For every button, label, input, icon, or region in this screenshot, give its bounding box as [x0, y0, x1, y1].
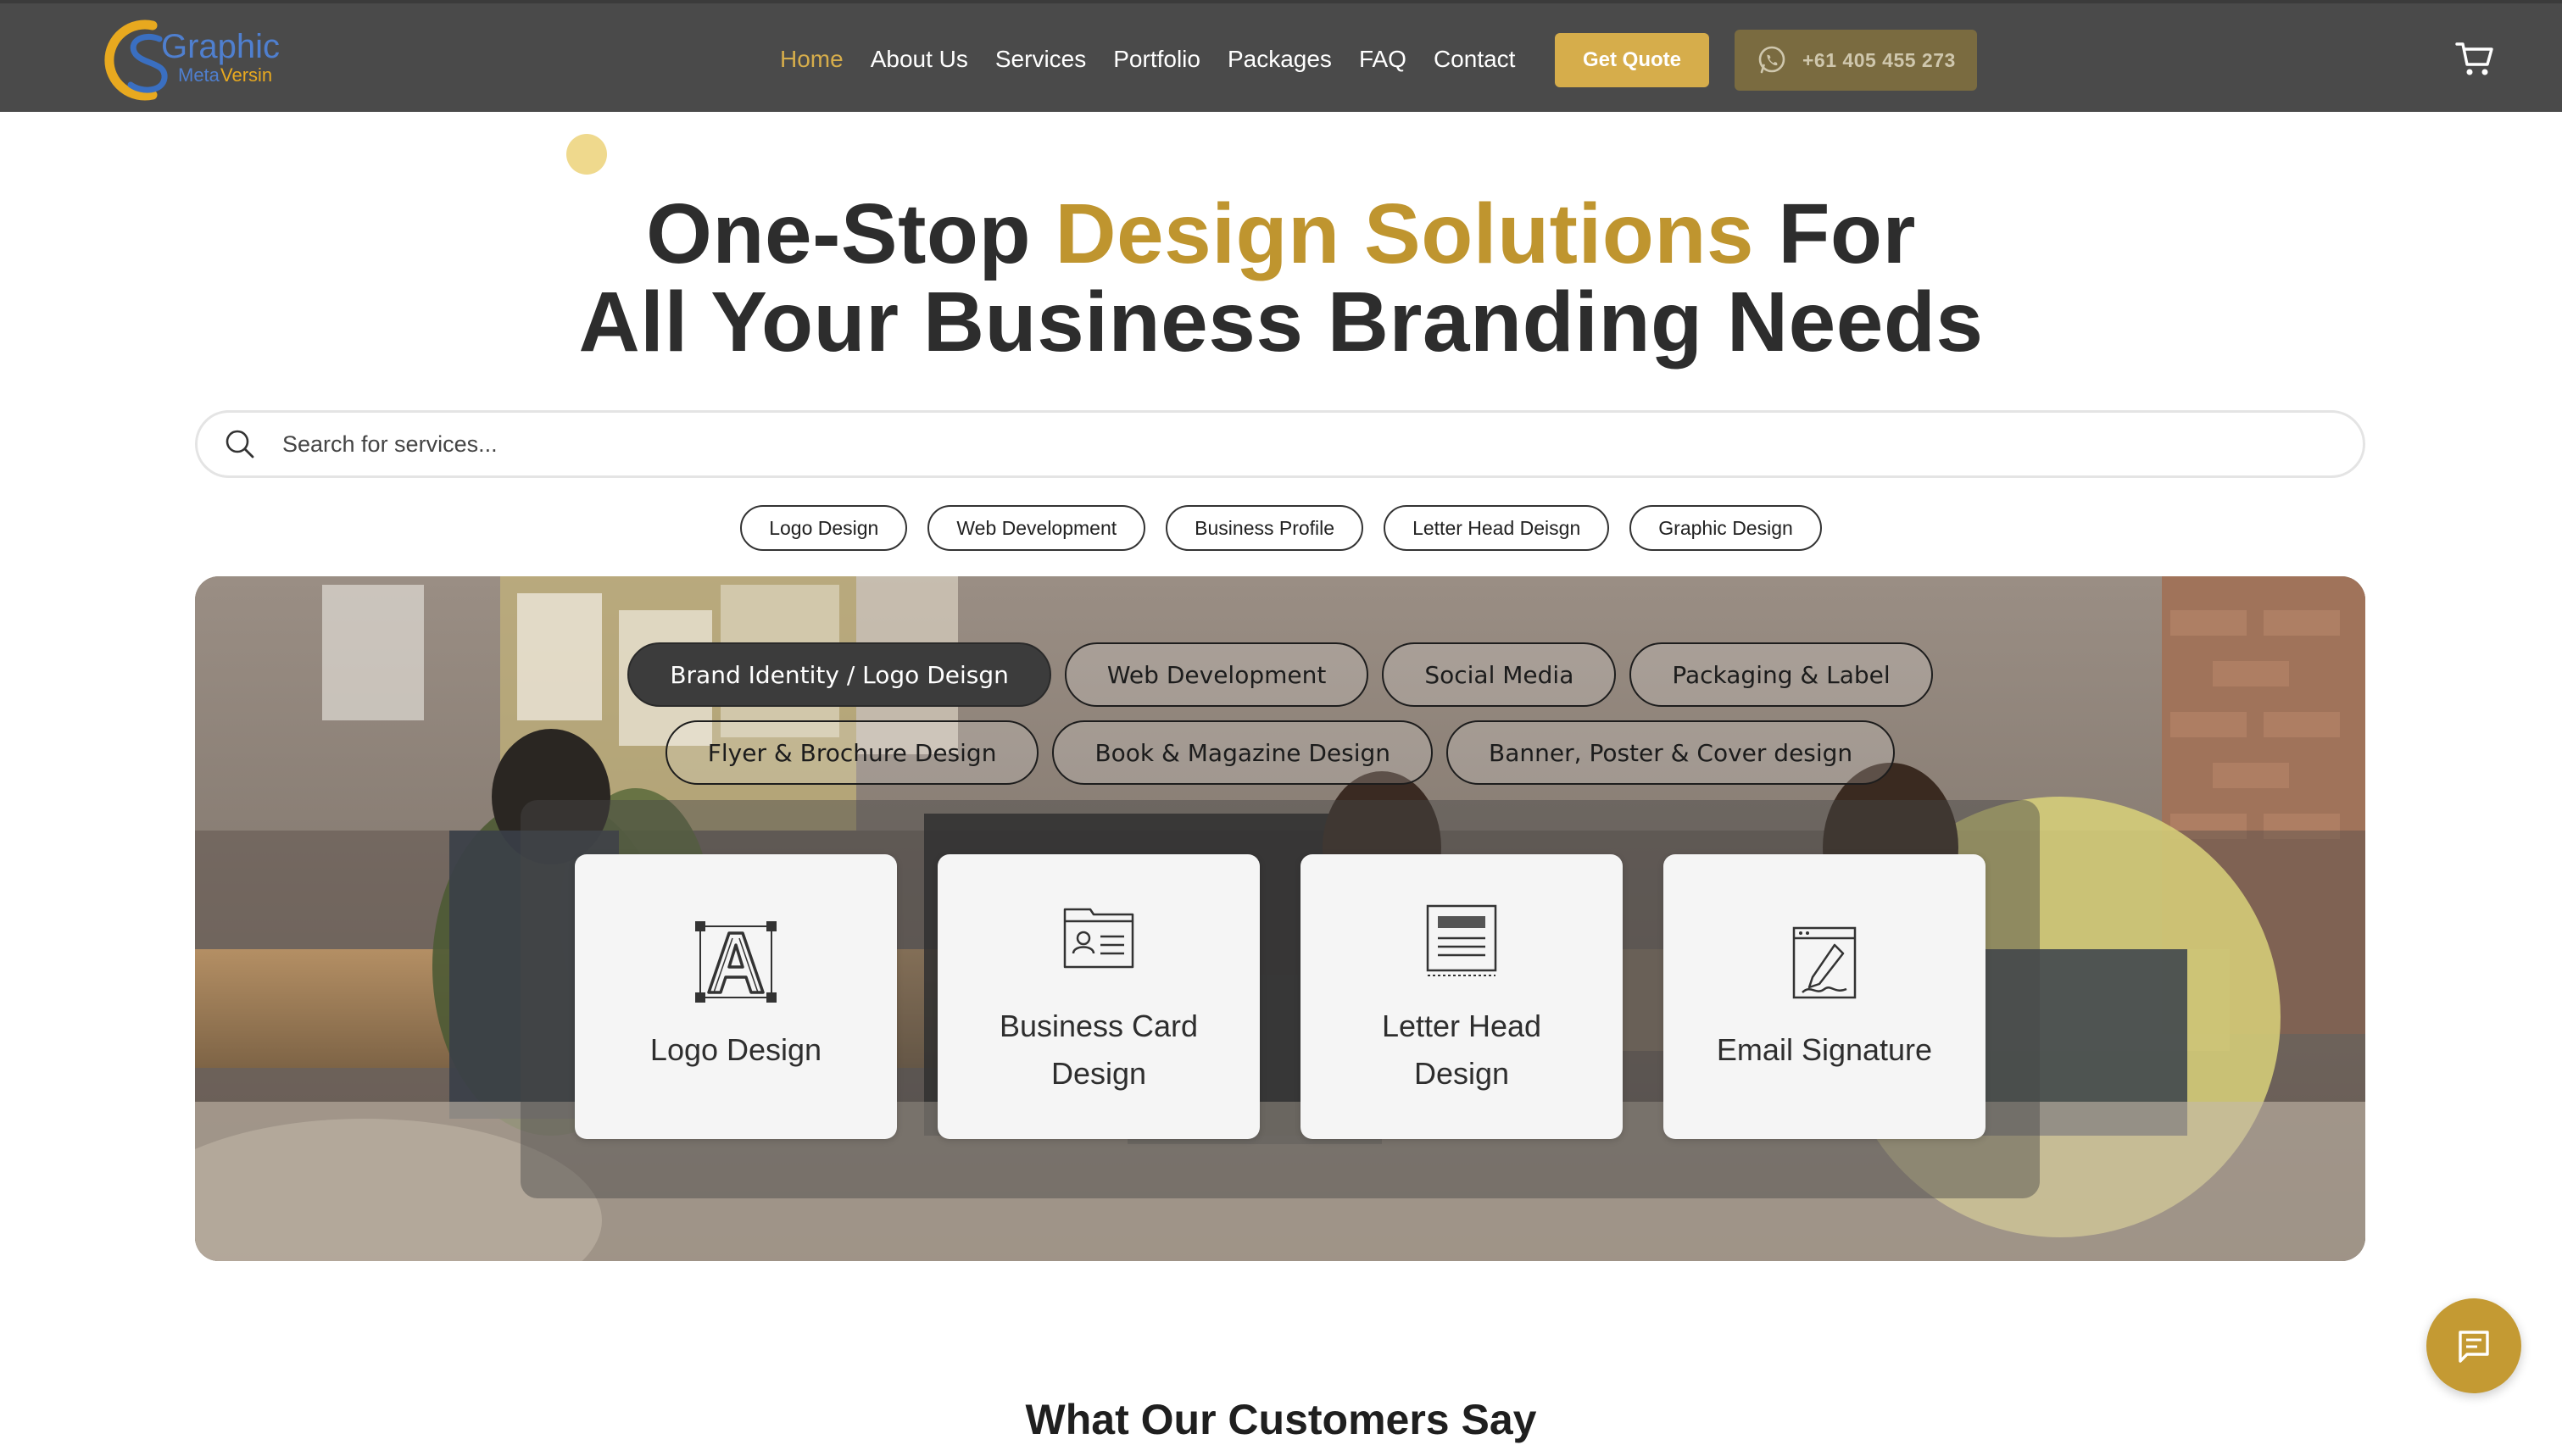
search-bar[interactable] [195, 410, 2365, 478]
nav-link-faq[interactable]: FAQ [1359, 46, 1406, 73]
service-card-letter-head[interactable]: Letter Head Design [1300, 854, 1623, 1139]
category-book-magazine[interactable]: Book & Magazine Design [1052, 720, 1434, 785]
phone-number: +61 405 455 273 [1802, 48, 1956, 71]
category-row-1: Brand Identity / Logo Deisgn Web Develop… [195, 642, 2365, 707]
get-quote-button[interactable]: Get Quote [1555, 33, 1709, 87]
brand-logo[interactable]: Graphic Meta Versin [93, 14, 288, 105]
service-card-label: Letter Head Design [1381, 1009, 1542, 1091]
hero-title-part1: One-Stop [646, 186, 1055, 281]
decorative-dot [566, 134, 607, 175]
chip-graphic-design[interactable]: Graphic Design [1629, 505, 1822, 551]
hero-title-accent: Design Solutions [1055, 186, 1755, 281]
testimonials-heading: What Our Customers Say [1025, 1396, 1537, 1443]
hero-title: One-Stop Design Solutions For All Your B… [0, 190, 2562, 366]
chip-letter-head-design[interactable]: Letter Head Deisgn [1384, 505, 1610, 551]
chat-button[interactable] [2426, 1298, 2521, 1393]
category-filter: Brand Identity / Logo Deisgn Web Develop… [195, 642, 2365, 798]
category-social-media[interactable]: Social Media [1382, 642, 1617, 707]
service-card-business-card[interactable]: Business Card Design [938, 854, 1260, 1139]
whatsapp-phone-button[interactable]: +61 405 455 273 [1735, 30, 1977, 91]
service-card-logo-design[interactable]: Logo Design [575, 854, 897, 1139]
logo-wordmark: Graphic [161, 28, 280, 65]
letterhead-icon [1426, 904, 1497, 976]
signature-icon [1792, 926, 1857, 999]
cart-icon[interactable] [2455, 41, 2494, 78]
nav-links: Home About Us Services Portfolio Package… [780, 3, 1515, 115]
nav-link-packages[interactable]: Packages [1228, 46, 1332, 73]
service-cards: Logo Design Business Card Design Letter … [575, 854, 1986, 1139]
service-card-label: Email Signature [1716, 1032, 1933, 1067]
service-card-email-signature[interactable]: Email Signature [1663, 854, 1986, 1139]
hero-title-part2: For [1754, 186, 1916, 281]
chip-web-development[interactable]: Web Development [927, 505, 1146, 551]
service-card-label: Business Card Design [999, 1009, 1199, 1091]
chat-icon [2459, 1331, 2489, 1363]
nav-link-portfolio[interactable]: Portfolio [1113, 46, 1200, 73]
nav-link-home[interactable]: Home [780, 46, 844, 73]
business-card-icon [1063, 908, 1134, 969]
whatsapp-icon [1758, 46, 1785, 74]
services-showcase-panel: Brand Identity / Logo Deisgn Web Develop… [195, 576, 2365, 1261]
logo-letter-icon [695, 921, 777, 1003]
search-icon [226, 430, 254, 458]
top-navbar: Graphic Meta Versin Home About Us Servic… [0, 0, 2562, 112]
service-card-label: Logo Design [649, 1032, 822, 1067]
chip-business-profile[interactable]: Business Profile [1166, 505, 1364, 551]
hero-title-line2: All Your Business Branding Needs [578, 275, 1984, 370]
category-brand-identity[interactable]: Brand Identity / Logo Deisgn [627, 642, 1051, 707]
svg-text:Versin: Versin [220, 64, 272, 86]
svg-text:Meta: Meta [178, 64, 220, 86]
nav-link-services[interactable]: Services [995, 46, 1086, 73]
category-flyer-brochure[interactable]: Flyer & Brochure Design [665, 720, 1039, 785]
category-packaging-label[interactable]: Packaging & Label [1629, 642, 1933, 707]
nav-link-about-us[interactable]: About Us [871, 46, 968, 73]
search-input[interactable] [282, 431, 2232, 458]
category-web-development[interactable]: Web Development [1064, 642, 1369, 707]
category-banner-poster-cover[interactable]: Banner, Poster & Cover design [1446, 720, 1896, 785]
nav-link-contact[interactable]: Contact [1434, 46, 1516, 73]
chip-logo-design[interactable]: Logo Design [740, 505, 908, 551]
category-row-2: Flyer & Brochure Design Book & Magazine … [195, 720, 2365, 785]
quick-chips: Logo Design Web Development Business Pro… [0, 505, 2562, 551]
